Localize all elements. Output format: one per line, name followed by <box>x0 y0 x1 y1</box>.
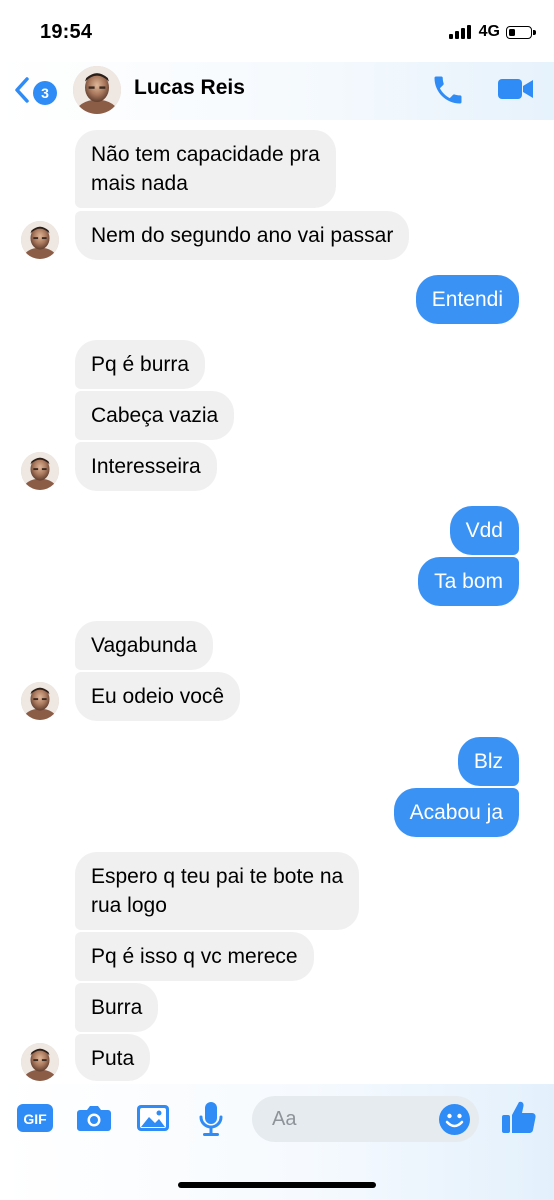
camera-icon <box>77 1106 111 1131</box>
thumbs-up-icon <box>502 1101 536 1133</box>
sender-avatar <box>21 682 59 720</box>
call-button[interactable] <box>430 72 466 113</box>
message-line: rua logo <box>91 894 167 917</box>
sender-avatar <box>21 452 59 490</box>
message-line: Espero q teu pai te bote na <box>91 865 344 888</box>
message-input[interactable]: Aa <box>252 1096 479 1142</box>
message-bubble-outgoing[interactable]: Entendi <box>415 275 519 324</box>
message-bubble-incoming[interactable]: Nem do segundo ano vai passar <box>75 211 410 260</box>
camera-button[interactable] <box>76 1102 112 1139</box>
message-bubble-incoming[interactable]: Eu odeio você <box>75 672 241 721</box>
video-call-button[interactable] <box>496 74 536 109</box>
message-bubble-outgoing[interactable]: Vdd <box>449 506 519 555</box>
message-line: Não tem capacidade pra <box>91 143 320 166</box>
message-bubble-incoming[interactable]: Interesseira <box>75 442 217 491</box>
unread-count-badge: 3 <box>33 80 57 105</box>
image-icon <box>137 1105 169 1131</box>
status-bar: 19:54 4G <box>0 0 554 62</box>
like-button[interactable] <box>500 1098 538 1141</box>
sender-avatar <box>21 221 59 259</box>
message-bubble-incoming[interactable]: Pq é burra <box>75 340 206 389</box>
gif-button[interactable]: GIF <box>16 1102 54 1139</box>
message-bubble-incoming[interactable]: Puta <box>75 1034 151 1081</box>
network-type: 4G <box>478 23 500 40</box>
status-indicators: 4G <box>448 23 536 41</box>
gif-icon: GIF <box>17 1104 53 1132</box>
contact-name[interactable]: Lucas Reis <box>134 76 245 100</box>
emoji-icon[interactable] <box>438 1103 471 1136</box>
message-bubble-outgoing[interactable]: Blz <box>457 737 519 786</box>
microphone-icon <box>199 1102 223 1136</box>
home-indicator <box>178 1182 376 1188</box>
back-button[interactable]: 3 <box>14 76 57 109</box>
conversation-header: 3 Lucas Reis <box>0 62 554 120</box>
gif-label: GIF <box>23 1111 47 1127</box>
message-bubble-incoming[interactable]: Burra <box>75 983 159 1032</box>
sender-avatar <box>21 1043 59 1081</box>
voice-button[interactable] <box>197 1100 225 1143</box>
battery-icon <box>506 25 536 39</box>
message-line: mais nada <box>91 172 188 195</box>
message-bubble-incoming[interactable]: Espero q teu pai te bote na rua logo <box>75 852 360 930</box>
gallery-button[interactable] <box>135 1102 171 1139</box>
video-camera-icon <box>498 79 533 99</box>
message-bubble-incoming[interactable]: Cabeça vazia <box>75 391 235 440</box>
chevron-left-icon <box>14 76 30 109</box>
message-bubble-incoming[interactable]: Não tem capacidade pra mais nada <box>75 130 336 208</box>
contact-avatar[interactable] <box>73 66 121 114</box>
message-bubble-outgoing[interactable]: Acabou ja <box>393 788 519 837</box>
message-bubble-outgoing[interactable]: Ta bom <box>418 557 519 606</box>
status-time: 19:54 <box>40 21 93 43</box>
signal-icon <box>448 25 471 39</box>
phone-icon <box>434 76 462 104</box>
message-bubble-incoming[interactable]: Vagabunda <box>75 621 213 670</box>
message-input-placeholder: Aa <box>272 1108 297 1130</box>
message-bubble-incoming[interactable]: Pq é isso q vc merece <box>75 932 314 981</box>
